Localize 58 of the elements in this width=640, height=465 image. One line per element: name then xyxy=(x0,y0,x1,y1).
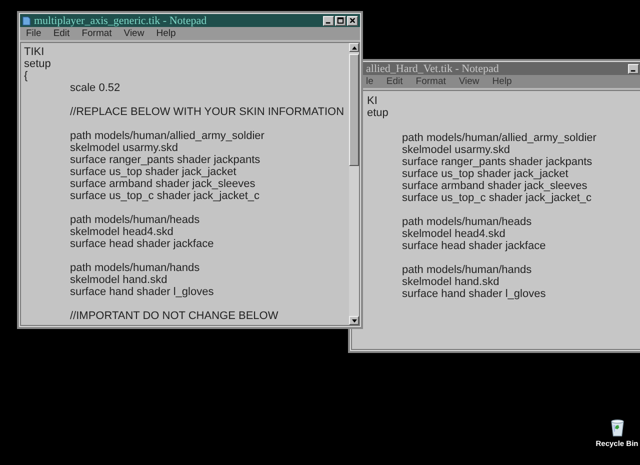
window-title: multiplayer_axis_generic.tik - Notepad xyxy=(34,14,208,26)
text-line: surface us_top shader jack_jacket xyxy=(401,168,570,180)
minimize-button[interactable] xyxy=(323,16,334,26)
text-line: //IMPORTANT DO NOT CHANGE BELOW xyxy=(69,310,280,322)
text-line: TIKI xyxy=(24,46,46,58)
text-line: surface ranger_pants shader jackpants xyxy=(69,154,262,166)
text-line: scale 0.52 xyxy=(69,82,122,94)
text-line: surface armband shader jack_sleeves xyxy=(69,178,256,190)
text-line: setup xyxy=(24,58,52,70)
minimize-button[interactable] xyxy=(628,64,639,74)
menu-item[interactable]: Help xyxy=(492,76,512,87)
text-line: path models/human/hands xyxy=(69,262,201,274)
notepad-icon xyxy=(22,16,31,26)
menu-item[interactable]: Format xyxy=(82,28,112,39)
text-line: path models/human/heads xyxy=(401,216,533,228)
text-line: path models/human/allied_army_soldier xyxy=(69,130,266,142)
text-line: surface head shader jackface xyxy=(69,238,215,250)
maximize-icon xyxy=(337,17,344,24)
menu-item[interactable]: Edit xyxy=(386,76,403,87)
text-line: surface head shader jackface xyxy=(401,240,547,252)
text-line: KI xyxy=(367,95,378,107)
text-line: path models/human/heads xyxy=(69,214,201,226)
text-line: etup xyxy=(367,107,390,119)
recycle-bin-icon[interactable] xyxy=(608,418,626,437)
menu-item[interactable]: Help xyxy=(156,28,176,39)
close-button[interactable] xyxy=(347,16,358,26)
text-line: path models/human/allied_army_soldier xyxy=(401,132,598,144)
up-arrow-icon xyxy=(352,46,356,50)
menu-item[interactable]: Format xyxy=(416,76,446,87)
window-title: allied_Hard_Vet.tik - Notepad xyxy=(366,62,500,74)
scrollbar[interactable] xyxy=(349,43,359,325)
text-line: path models/human/hands xyxy=(401,264,533,276)
scroll-thumb[interactable] xyxy=(349,54,359,166)
text-line: surface hand shader l_gloves xyxy=(401,288,547,300)
text-line: //REPLACE BELOW WITH YOUR SKIN INFORMATION xyxy=(69,106,346,118)
text-line: skelmodel head4.skd xyxy=(401,228,506,240)
text-line: surface hand shader l_gloves xyxy=(69,286,215,298)
text-line: surface ranger_pants shader jackpants xyxy=(401,156,594,168)
text-line: surface us_top_c shader jack_jacket_c xyxy=(69,190,261,202)
maximize-button[interactable] xyxy=(335,16,346,26)
menu-item[interactable]: View xyxy=(124,28,144,39)
menu-item[interactable]: Edit xyxy=(53,28,70,39)
menu-item[interactable]: View xyxy=(458,76,480,87)
close-icon xyxy=(349,17,356,24)
menu-item[interactable]: File xyxy=(26,28,42,39)
scroll-down-button[interactable] xyxy=(349,316,359,325)
text-line: skelmodel hand.skd xyxy=(401,276,500,288)
text-line: { xyxy=(24,70,29,82)
text-line: skelmodel usarmy.skd xyxy=(69,142,179,154)
menu-item[interactable]: le xyxy=(366,76,374,87)
text-line: skelmodel head4.skd xyxy=(69,226,174,238)
text-line: surface us_top_c shader jack_jacket_c xyxy=(401,192,593,204)
text-line: skelmodel usarmy.skd xyxy=(401,144,511,156)
down-arrow-icon xyxy=(352,318,356,322)
scroll-up-button[interactable] xyxy=(349,43,359,52)
text-line: surface armband shader jack_sleeves xyxy=(401,180,588,192)
text-line: surface us_top shader jack_jacket xyxy=(69,166,238,178)
text-line: skelmodel hand.skd xyxy=(69,274,168,286)
